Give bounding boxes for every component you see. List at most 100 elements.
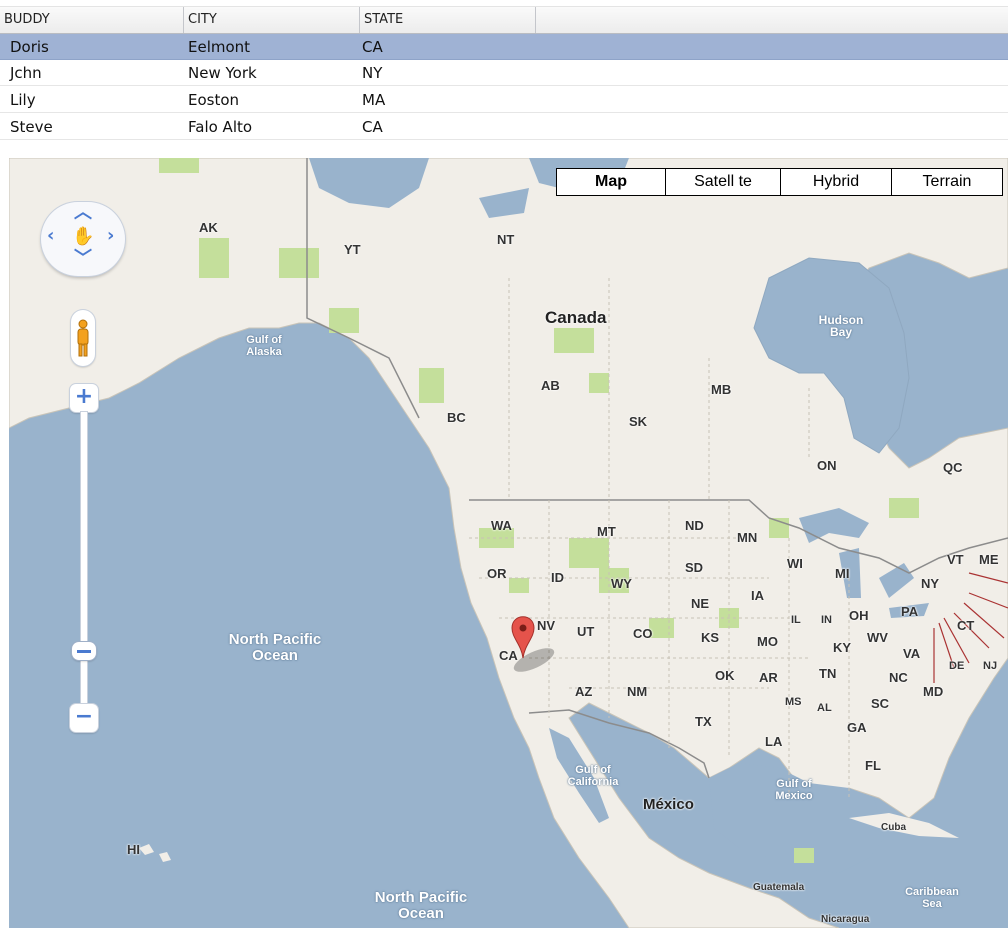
table-row[interactable]: Doris Eelmont CA <box>0 34 1008 60</box>
map-label-wv: WV <box>867 630 888 645</box>
map-label-me: ME <box>979 552 999 567</box>
cell-state: MA <box>362 91 386 109</box>
map-label-north-pacific-ocean: North Pacific Ocean <box>228 631 322 664</box>
cell-city: Eelmont <box>188 38 251 56</box>
map-label-il: IL <box>791 614 801 626</box>
map-label-hi: HI <box>127 842 140 857</box>
marker-label: CA <box>499 648 518 663</box>
map-label-mo: MO <box>757 634 778 649</box>
map-label-gulf-of-california: Gulf of California <box>567 764 619 788</box>
cell-city: New York <box>188 64 257 82</box>
table-row[interactable]: Jchn New York NY <box>0 60 1008 86</box>
map-view[interactable]: AK YT NT Canada Hudson Bay Gulf of Alask… <box>9 158 1008 928</box>
pan-left-icon[interactable]: ‹ <box>47 227 54 245</box>
zoom-in-button[interactable]: + <box>70 384 98 412</box>
map-label-sk: SK <box>629 414 648 429</box>
map-label-pa: PA <box>901 604 919 619</box>
street-view-pegman[interactable] <box>71 310 95 366</box>
map-label-mi: MI <box>835 566 850 581</box>
map-label-qc: QC <box>943 460 963 475</box>
cell-buddy: Lily <box>10 91 36 109</box>
map-label-hudson-bay: Hudson Bay <box>818 313 864 339</box>
column-header-city[interactable]: CITY <box>184 7 360 33</box>
map-label-nc: NC <box>889 670 908 685</box>
map-label-north-pacific-ocean-2: North Pacific Ocean <box>374 889 468 922</box>
map-label-oh: OH <box>849 608 869 623</box>
map-label-canada: Canada <box>545 308 607 327</box>
pan-control[interactable]: ︿ ‹ › ﹀ ✋ <box>41 202 125 276</box>
hand-icon[interactable]: ✋ <box>72 226 94 247</box>
pan-right-icon[interactable]: › <box>107 227 114 245</box>
map-label-mb: MB <box>711 382 732 397</box>
map-type-hybrid-button[interactable]: Hybrid <box>780 168 892 196</box>
cell-state: CA <box>362 118 383 136</box>
map-label-de: DE <box>949 660 965 672</box>
map-label-sd: SD <box>685 560 704 575</box>
map-label-gulf-of-alaska: Gulf of Alaska <box>246 334 282 358</box>
pan-down-icon[interactable]: ﹀ <box>74 250 92 268</box>
map-label-tn: TN <box>819 666 837 681</box>
map-type-control: Map Satell te Hybrid Terrain <box>556 168 1003 196</box>
table-header: BUDDY CITY STATE <box>0 6 1008 34</box>
map-label-id: ID <box>551 570 564 585</box>
zoom-out-button[interactable]: − <box>70 704 98 732</box>
map-label-az: AZ <box>575 684 593 699</box>
map-label-yt: YT <box>344 242 361 257</box>
cell-buddy: Steve <box>10 118 53 136</box>
map-label-ct: CT <box>957 618 975 633</box>
plus-icon: + <box>74 384 94 409</box>
map-label-nm: NM <box>627 684 648 699</box>
map-label-caribbean-sea: Caribbean Sea <box>905 886 959 910</box>
map-label-ny: NY <box>921 576 940 591</box>
map-label-mexico: México <box>643 796 694 813</box>
cell-state: CA <box>362 38 383 56</box>
map-label-guatemala: Guatemala <box>753 882 805 893</box>
pan-up-icon[interactable]: ︿ <box>74 204 92 222</box>
map-type-satellite-button[interactable]: Satell te <box>665 168 781 196</box>
map-label-la: LA <box>765 734 783 749</box>
map-label-ok: OK <box>715 668 735 683</box>
map-label-ak: AK <box>199 220 218 235</box>
map-label-wy: WY <box>611 576 632 591</box>
map-label-nd: ND <box>685 518 704 533</box>
map-label-tx: TX <box>695 714 712 729</box>
map-label-co: CO <box>633 626 653 641</box>
map-type-map-button[interactable]: Map <box>556 168 666 196</box>
column-header-buddy[interactable]: BUDDY <box>0 7 184 33</box>
map-tiles[interactable] <box>9 158 1008 928</box>
map-label-al: AL <box>817 702 832 714</box>
map-label-vt: VT <box>947 552 964 567</box>
map-label-cuba: Cuba <box>881 822 906 833</box>
map-label-ar: AR <box>759 670 778 685</box>
map-label-md: MD <box>923 684 944 699</box>
pegman-icon <box>77 319 89 357</box>
buddy-table: BUDDY CITY STATE Doris Eelmont CA Jchn N… <box>0 0 1008 146</box>
map-type-terrain-button[interactable]: Terrain <box>891 168 1003 196</box>
table-row[interactable]: Lily Eoston MA <box>0 87 1008 113</box>
minus-icon: − <box>74 704 94 729</box>
map-label-va: VA <box>903 646 921 661</box>
map-label-ga: GA <box>847 720 867 735</box>
map-label-nt: NT <box>497 232 515 247</box>
cell-city: Eoston <box>188 91 240 109</box>
column-header-state[interactable]: STATE <box>360 7 536 33</box>
map-label-ut: UT <box>577 624 595 639</box>
map-label-mn: MN <box>737 530 758 545</box>
table-row[interactable]: Steve Falo Alto CA <box>0 114 1008 140</box>
map-label-nv: NV <box>537 618 556 633</box>
map-label-ia: IA <box>751 588 764 603</box>
map-label-sc: SC <box>871 696 890 711</box>
map-label-ne: NE <box>691 596 710 611</box>
map-label-ab: AB <box>541 378 560 393</box>
map-label-nicaragua: Nicaragua <box>821 914 870 925</box>
zoom-slider-handle[interactable] <box>72 642 96 660</box>
map-label-wa: WA <box>491 518 512 533</box>
map-label-or: OR <box>487 566 507 581</box>
zoom-slider-track[interactable] <box>81 412 87 708</box>
map-label-in: IN <box>821 614 832 626</box>
map-label-on: ON <box>817 458 837 473</box>
map-label-wi: WI <box>787 556 803 571</box>
hawaii <box>139 844 171 862</box>
map-label-mt: MT <box>597 524 616 539</box>
cell-buddy: Doris <box>10 38 49 56</box>
